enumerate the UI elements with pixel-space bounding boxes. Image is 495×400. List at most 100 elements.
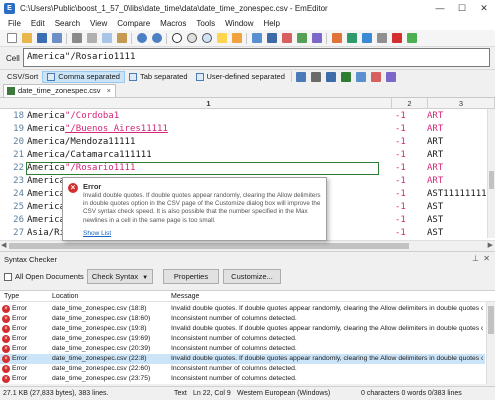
menu-compare[interactable]: Compare — [112, 17, 155, 30]
editor-vertical-scrollbar[interactable] — [487, 109, 495, 238]
cell-col-2[interactable]: -1 — [395, 188, 406, 201]
filter-icon[interactable] — [231, 33, 242, 43]
cell-col-2[interactable]: -1 — [395, 123, 406, 136]
new-file-icon[interactable] — [6, 33, 17, 43]
check-syntax-button[interactable]: Check Syntax ▼ — [87, 269, 153, 284]
cell-col-2[interactable]: -1 — [395, 136, 406, 149]
error-row[interactable]: × Error date_time_zonespec.csv (22:60) I… — [0, 364, 485, 374]
status-encoding[interactable]: Western European (Windows) — [237, 390, 330, 397]
tab-separated-button[interactable]: Tab separated — [125, 71, 192, 83]
error-row[interactable]: × Error date_time_zonespec.csv (19:69) I… — [0, 334, 485, 344]
cell-col-3[interactable]: AST — [427, 201, 443, 214]
cell-col-2[interactable]: -1 — [395, 201, 406, 214]
csv-filter-icon[interactable] — [356, 71, 367, 82]
column-header-3[interactable]: 3 — [428, 98, 495, 109]
cell-col-2[interactable]: -1 — [395, 149, 406, 162]
csv-sort-button[interactable]: CSV/Sort — [3, 71, 42, 83]
document-tab[interactable]: date_time_zonespec.csv × — [3, 84, 116, 97]
syntax-list-scrollbar[interactable] — [486, 302, 495, 384]
cell-col-3[interactable]: ART — [427, 175, 443, 188]
scroll-thumb[interactable] — [489, 171, 494, 189]
menu-tools[interactable]: Tools — [191, 17, 220, 30]
find-icon[interactable] — [171, 33, 182, 43]
editor-horizontal-scrollbar[interactable]: ◀ ▶ — [0, 240, 495, 250]
chevron-down-icon[interactable]: ▼ — [142, 275, 148, 281]
bookmark-icon[interactable] — [266, 33, 277, 43]
menu-macros[interactable]: Macros — [155, 17, 191, 30]
close-button[interactable]: ✕ — [473, 0, 495, 17]
cell-col-1[interactable]: America/Catamarca111111 — [27, 149, 390, 162]
cell-col-3[interactable]: ART — [427, 123, 443, 136]
save-all-icon[interactable] — [51, 33, 62, 43]
status-position[interactable]: Ln 22, Col 9 — [193, 390, 231, 397]
csv-columns-icon[interactable] — [326, 71, 337, 82]
web-preview-icon[interactable] — [361, 33, 372, 43]
macro-icon[interactable] — [296, 33, 307, 43]
properties-button[interactable]: Properties — [163, 269, 219, 284]
user-defined-separated-button[interactable]: User-defined separated — [192, 71, 289, 83]
show-list-link[interactable]: Show List — [83, 230, 111, 237]
save-icon[interactable] — [36, 33, 47, 43]
cell-col-1[interactable]: America"/Cordoba1 — [27, 110, 390, 123]
cell-col-3[interactable]: AST11111111 — [427, 188, 487, 201]
cell-col-3[interactable]: ART — [427, 110, 443, 123]
cell-col-3[interactable]: ART — [427, 149, 443, 162]
column-header-2[interactable]: 2 — [392, 98, 428, 109]
customize-button[interactable]: Customize... — [223, 269, 281, 284]
cell-col-3[interactable]: ART — [427, 136, 443, 149]
all-open-documents-label[interactable]: All Open Documents — [15, 272, 84, 281]
error-row[interactable]: × Error date_time_zonespec.csv (23:75) I… — [0, 374, 485, 384]
menu-view[interactable]: View — [85, 17, 112, 30]
paste-icon[interactable] — [116, 33, 127, 43]
status-mode[interactable]: Text — [174, 390, 187, 397]
outline-icon[interactable] — [281, 33, 292, 43]
pin-icon[interactable]: ⊥ — [472, 254, 479, 263]
csv-settings-icon[interactable] — [296, 71, 307, 82]
minimize-button[interactable]: — — [429, 0, 451, 17]
find-next-icon[interactable] — [186, 33, 197, 43]
cell-col-2[interactable]: -1 — [395, 214, 406, 227]
cell-col-2[interactable]: -1 — [395, 110, 406, 123]
csv-split-icon[interactable] — [386, 71, 397, 82]
header-type[interactable]: Type — [4, 293, 19, 300]
menu-help[interactable]: Help — [259, 17, 285, 30]
cell-col-3[interactable]: AST — [427, 214, 443, 227]
scroll-thumb[interactable] — [488, 306, 494, 334]
cell-col-2[interactable]: -1 — [395, 162, 406, 175]
csv-options-icon[interactable] — [311, 71, 322, 82]
highlight-icon[interactable] — [216, 33, 227, 43]
error-row[interactable]: × Error date_time_zonespec.csv (20:39) I… — [0, 344, 485, 354]
error-row[interactable]: × Error date_time_zonespec.csv (18:60) I… — [0, 314, 485, 324]
record-icon[interactable] — [406, 33, 417, 43]
plugin-icon[interactable] — [331, 33, 342, 43]
menu-search[interactable]: Search — [50, 17, 85, 30]
menu-file[interactable]: File — [3, 17, 26, 30]
spell-check-icon[interactable] — [346, 33, 357, 43]
copy-icon[interactable] — [101, 33, 112, 43]
cell-col-1[interactable]: America"/Buenos_Aires11111 — [27, 123, 390, 136]
cut-icon[interactable] — [86, 33, 97, 43]
column-header-1[interactable]: 1 — [26, 98, 392, 109]
menu-window[interactable]: Window — [220, 17, 258, 30]
stop-macro-icon[interactable] — [391, 33, 402, 43]
error-row-selected[interactable]: × Error date_time_zonespec.csv (22:8) In… — [0, 354, 485, 364]
error-row[interactable]: × Error date_time_zonespec.csv (18:8) In… — [0, 304, 485, 314]
cell-col-3[interactable]: ART — [427, 162, 443, 175]
comma-separated-button[interactable]: Comma separated — [42, 70, 125, 83]
error-row[interactable]: × Error date_time_zonespec.csv (19:8) In… — [0, 324, 485, 334]
cell-value-field[interactable]: America"/Rosario1111 — [23, 48, 490, 67]
undo-icon[interactable] — [136, 33, 147, 43]
cell-col-2[interactable]: -1 — [395, 175, 406, 188]
scroll-right-icon[interactable]: ▶ — [488, 241, 493, 249]
all-open-documents-checkbox[interactable] — [4, 273, 12, 281]
cell-col-2[interactable]: -1 — [395, 227, 406, 240]
csv-sort-icon[interactable] — [341, 71, 352, 82]
compare-icon[interactable] — [311, 33, 322, 43]
scroll-left-icon[interactable]: ◀ — [1, 241, 6, 249]
maximize-button[interactable]: ☐ — [451, 0, 473, 17]
scroll-thumb[interactable] — [9, 243, 409, 249]
word-wrap-icon[interactable] — [251, 33, 262, 43]
header-location[interactable]: Location — [52, 293, 78, 300]
menu-edit[interactable]: Edit — [26, 17, 50, 30]
redo-icon[interactable] — [151, 33, 162, 43]
